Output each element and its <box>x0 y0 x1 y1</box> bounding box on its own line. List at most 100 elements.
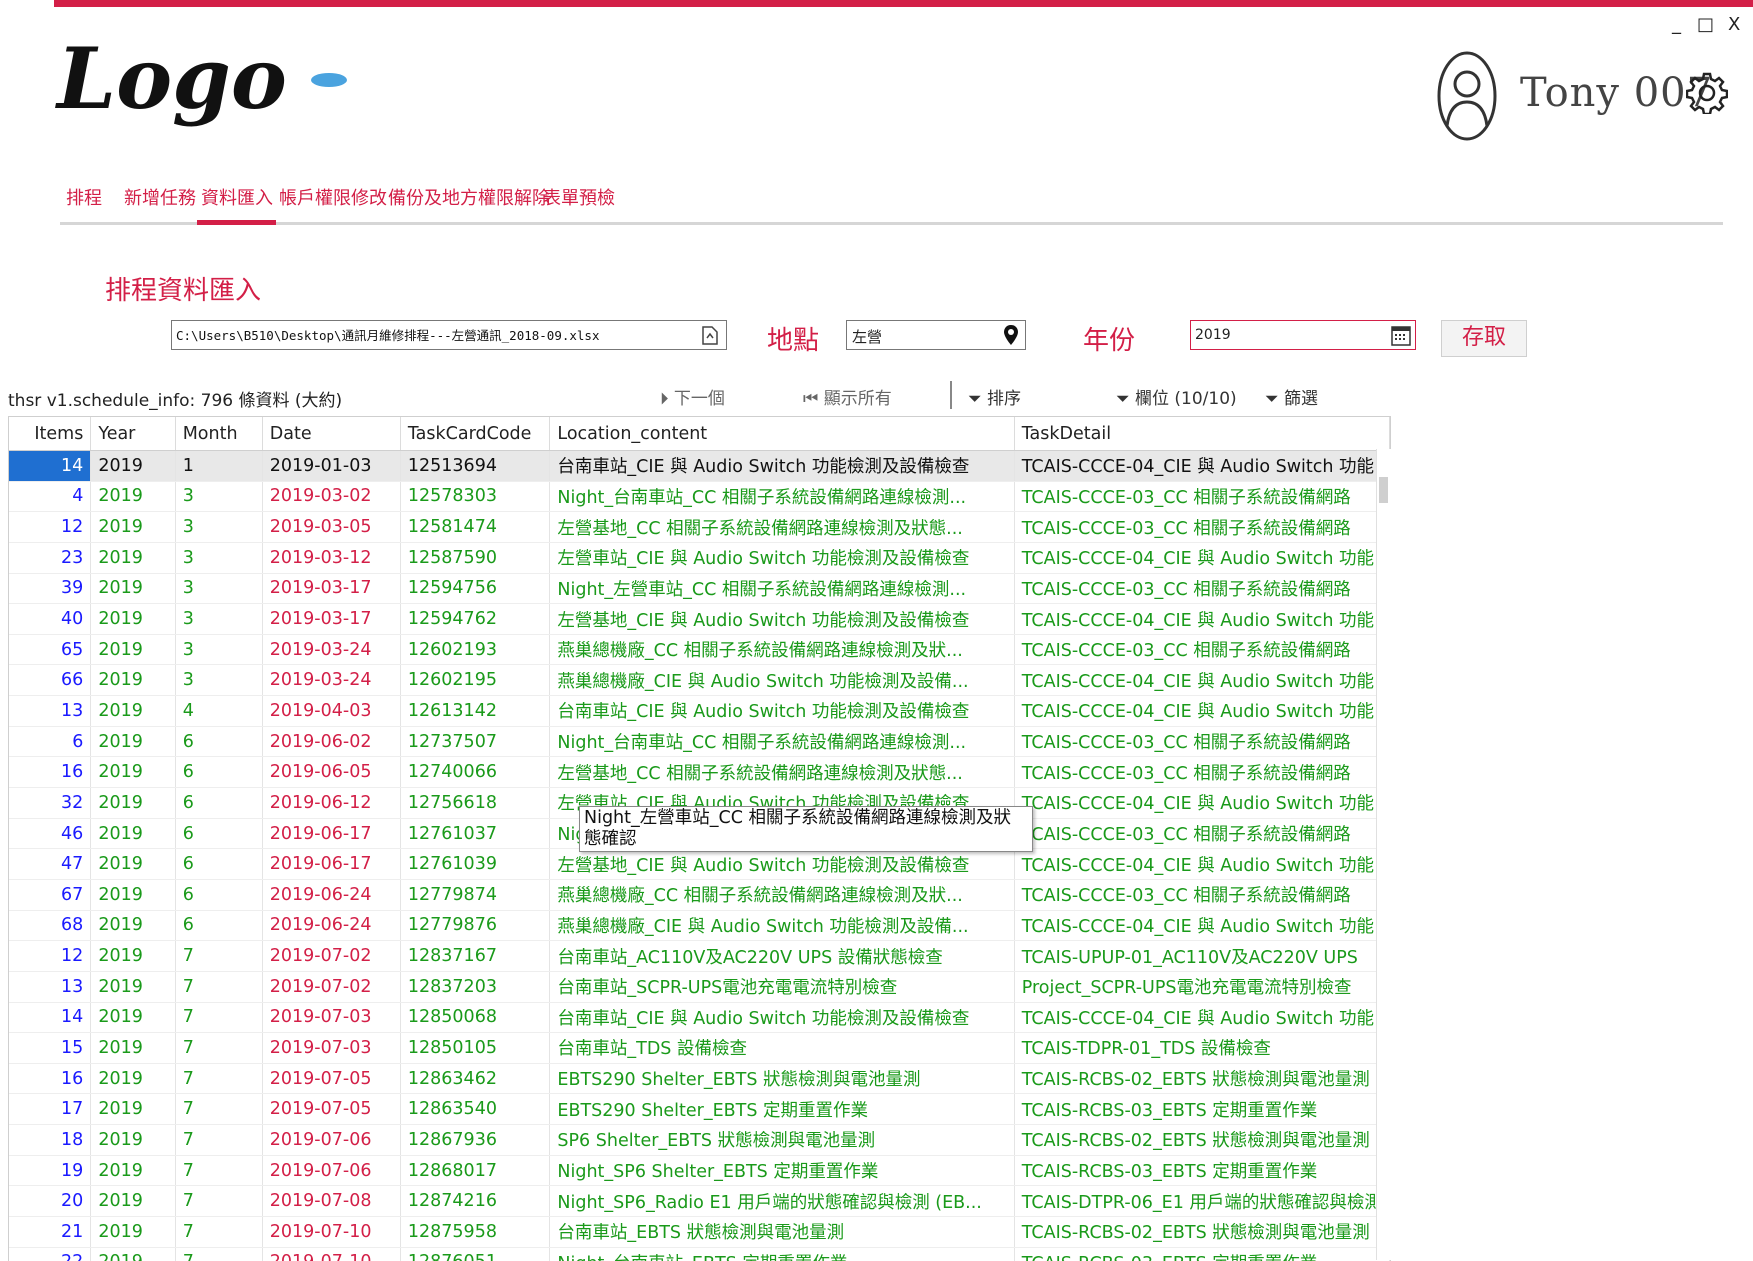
table-cell-loc[interactable]: 左營車站_CIE 與 Audio Switch 功能檢測及設備檢查 <box>550 542 1014 573</box>
table-row[interactable]: 15201972019-07-0312850105台南車站_TDS 設備檢查TC… <box>9 1033 1390 1064</box>
table-cell-loc[interactable]: SP6 Shelter_EBTS 狀態檢測與電池量測 <box>550 1125 1014 1156</box>
table-cell-code[interactable]: 12594762 <box>400 604 550 635</box>
table-cell-loc[interactable]: Night_SP6 Shelter_EBTS 定期重置作業 <box>550 1155 1014 1186</box>
table-cell-year[interactable]: 2019 <box>91 1155 175 1186</box>
nav-item-backup-release[interactable]: 備份及地方權限解除 <box>388 184 550 210</box>
table-cell-month[interactable]: 3 <box>175 481 262 512</box>
table-cell-items[interactable]: 12 <box>9 941 91 972</box>
table-cell-loc[interactable]: 燕巢總機廠_CC 相關子系統設備網路連線檢測及狀... <box>550 634 1014 665</box>
table-cell-month[interactable]: 3 <box>175 542 262 573</box>
table-cell-year[interactable]: 2019 <box>91 451 175 482</box>
table-cell-date[interactable]: 2019-03-05 <box>262 512 400 543</box>
table-cell-date[interactable]: 2019-07-02 <box>262 941 400 972</box>
column-header-taskdetail[interactable]: TaskDetail <box>1014 417 1389 451</box>
table-cell-date[interactable]: 2019-03-17 <box>262 573 400 604</box>
table-cell-month[interactable]: 7 <box>175 1155 262 1186</box>
table-cell-loc[interactable]: 台南車站_TDS 設備檢查 <box>550 1033 1014 1064</box>
table-cell-date[interactable]: 2019-07-02 <box>262 971 400 1002</box>
table-cell-month[interactable]: 7 <box>175 1002 262 1033</box>
nav-item-new-task[interactable]: 新增任務 <box>124 184 196 210</box>
table-cell-items[interactable]: 40 <box>9 604 91 635</box>
year-field[interactable]: 2019 <box>1190 320 1416 350</box>
table-cell-detail[interactable]: TCAIS-CCCE-03_CC 相關子系統設備網路 <box>1014 879 1389 910</box>
table-cell-loc[interactable]: 燕巢總機廠_CIE 與 Audio Switch 功能檢測及設備... <box>550 665 1014 696</box>
table-cell-code[interactable]: 12867936 <box>400 1125 550 1156</box>
table-cell-month[interactable]: 4 <box>175 696 262 727</box>
table-cell-year[interactable]: 2019 <box>91 1217 175 1248</box>
table-cell-date[interactable]: 2019-06-17 <box>262 818 400 849</box>
table-cell-year[interactable]: 2019 <box>91 910 175 941</box>
table-row[interactable]: 47201962019-06-1712761039左營基地_CIE 與 Audi… <box>9 849 1390 880</box>
table-cell-detail[interactable]: TCAIS-CCCE-03_CC 相關子系統設備網路 <box>1014 726 1389 757</box>
table-cell-code[interactable]: 12756618 <box>400 788 550 819</box>
table-cell-loc[interactable]: 台南車站_CIE 與 Audio Switch 功能檢測及設備檢查 <box>550 451 1014 482</box>
table-cell-code[interactable]: 12602195 <box>400 665 550 696</box>
table-cell-items[interactable]: 15 <box>9 1033 91 1064</box>
settings-gear-icon[interactable] <box>1686 72 1728 114</box>
table-cell-year[interactable]: 2019 <box>91 573 175 604</box>
table-row[interactable]: 17201972019-07-0512863540EBTS290 Shelter… <box>9 1094 1390 1125</box>
table-cell-items[interactable]: 12 <box>9 512 91 543</box>
table-cell-loc[interactable]: 台南車站_CIE 與 Audio Switch 功能檢測及設備檢查 <box>550 696 1014 727</box>
table-cell-date[interactable]: 2019-06-12 <box>262 788 400 819</box>
table-cell-items[interactable]: 14 <box>9 451 91 482</box>
filter-button[interactable]: ⏷ 篩選 <box>1265 384 1318 409</box>
table-cell-detail[interactable]: TCAIS-CCCE-03_CC 相關子系統設備網路 <box>1014 512 1389 543</box>
minimize-button[interactable]: _ <box>1672 14 1681 35</box>
table-cell-code[interactable]: 12837203 <box>400 971 550 1002</box>
table-cell-month[interactable]: 7 <box>175 971 262 1002</box>
table-cell-items[interactable]: 21 <box>9 1217 91 1248</box>
table-row[interactable]: 16201972019-07-0512863462EBTS290 Shelter… <box>9 1063 1390 1094</box>
table-cell-loc[interactable]: 台南車站_AC110V及AC220V UPS 設備狀態檢查 <box>550 941 1014 972</box>
table-cell-detail[interactable]: TCAIS-CCCE-04_CIE 與 Audio Switch 功能 <box>1014 542 1389 573</box>
table-cell-loc[interactable]: 左營基地_CC 相關子系統設備網路連線檢測及狀態... <box>550 757 1014 788</box>
table-cell-date[interactable]: 2019-01-03 <box>262 451 400 482</box>
table-row[interactable]: 19201972019-07-0612868017Night_SP6 Shelt… <box>9 1155 1390 1186</box>
table-cell-month[interactable]: 7 <box>175 1247 262 1261</box>
show-all-button[interactable]: ⏮ 顯示所有 <box>803 384 892 409</box>
table-cell-detail[interactable]: TCAIS-TDPR-01_TDS 設備檢查 <box>1014 1033 1389 1064</box>
table-cell-code[interactable]: 12761039 <box>400 849 550 880</box>
table-cell-month[interactable]: 6 <box>175 726 262 757</box>
table-cell-code[interactable]: 12779876 <box>400 910 550 941</box>
table-cell-code[interactable]: 12737507 <box>400 726 550 757</box>
table-cell-year[interactable]: 2019 <box>91 1186 175 1217</box>
table-row[interactable]: 13201972019-07-0212837203台南車站_SCPR-UPS電池… <box>9 971 1390 1002</box>
table-cell-date[interactable]: 2019-07-08 <box>262 1186 400 1217</box>
table-cell-items[interactable]: 67 <box>9 879 91 910</box>
table-cell-code[interactable]: 12850068 <box>400 1002 550 1033</box>
table-cell-code[interactable]: 12779874 <box>400 879 550 910</box>
table-cell-detail[interactable]: TCAIS-RCBS-03_EBTS 定期重置作業 <box>1014 1247 1389 1261</box>
table-cell-items[interactable]: 6 <box>9 726 91 757</box>
table-cell-items[interactable]: 16 <box>9 757 91 788</box>
file-path-field[interactable] <box>171 320 727 350</box>
table-row[interactable]: 6201962019-06-0212737507Night_台南車站_CC 相關… <box>9 726 1390 757</box>
table-cell-loc[interactable]: 燕巢總機廠_CIE 與 Audio Switch 功能檢測及設備... <box>550 910 1014 941</box>
column-header-taskcardcode[interactable]: TaskCardCode <box>400 417 550 451</box>
table-cell-month[interactable]: 3 <box>175 634 262 665</box>
table-cell-date[interactable]: 2019-03-02 <box>262 481 400 512</box>
table-cell-code[interactable]: 12868017 <box>400 1155 550 1186</box>
nav-item-account-permissions[interactable]: 帳戶權限修改 <box>279 184 387 210</box>
table-cell-loc[interactable]: Night_左營車站_CC 相關子系統設備網路連線檢測... <box>550 573 1014 604</box>
table-cell-year[interactable]: 2019 <box>91 665 175 696</box>
table-cell-month[interactable]: 7 <box>175 1217 262 1248</box>
calendar-icon[interactable] <box>1391 324 1411 346</box>
table-row[interactable]: 66201932019-03-2412602195燕巢總機廠_CIE 與 Aud… <box>9 665 1390 696</box>
table-cell-date[interactable]: 2019-06-05 <box>262 757 400 788</box>
table-cell-year[interactable]: 2019 <box>91 1063 175 1094</box>
table-cell-items[interactable]: 18 <box>9 1125 91 1156</box>
table-cell-date[interactable]: 2019-03-17 <box>262 604 400 635</box>
table-cell-loc[interactable]: 左營基地_CIE 與 Audio Switch 功能檢測及設備檢查 <box>550 849 1014 880</box>
table-cell-detail[interactable]: TCAIS-CCCE-04_CIE 與 Audio Switch 功能 <box>1014 451 1389 482</box>
table-cell-date[interactable]: 2019-03-12 <box>262 542 400 573</box>
table-cell-date[interactable]: 2019-07-03 <box>262 1002 400 1033</box>
table-cell-code[interactable]: 12587590 <box>400 542 550 573</box>
vertical-scrollbar[interactable] <box>1376 449 1391 1260</box>
table-cell-month[interactable]: 6 <box>175 849 262 880</box>
table-cell-code[interactable]: 12876051 <box>400 1247 550 1261</box>
column-header-year[interactable]: Year <box>91 417 175 451</box>
user-avatar-icon[interactable] <box>1436 50 1498 142</box>
table-row[interactable]: 68201962019-06-2412779876燕巢總機廠_CIE 與 Aud… <box>9 910 1390 941</box>
table-cell-code[interactable]: 12761037 <box>400 818 550 849</box>
